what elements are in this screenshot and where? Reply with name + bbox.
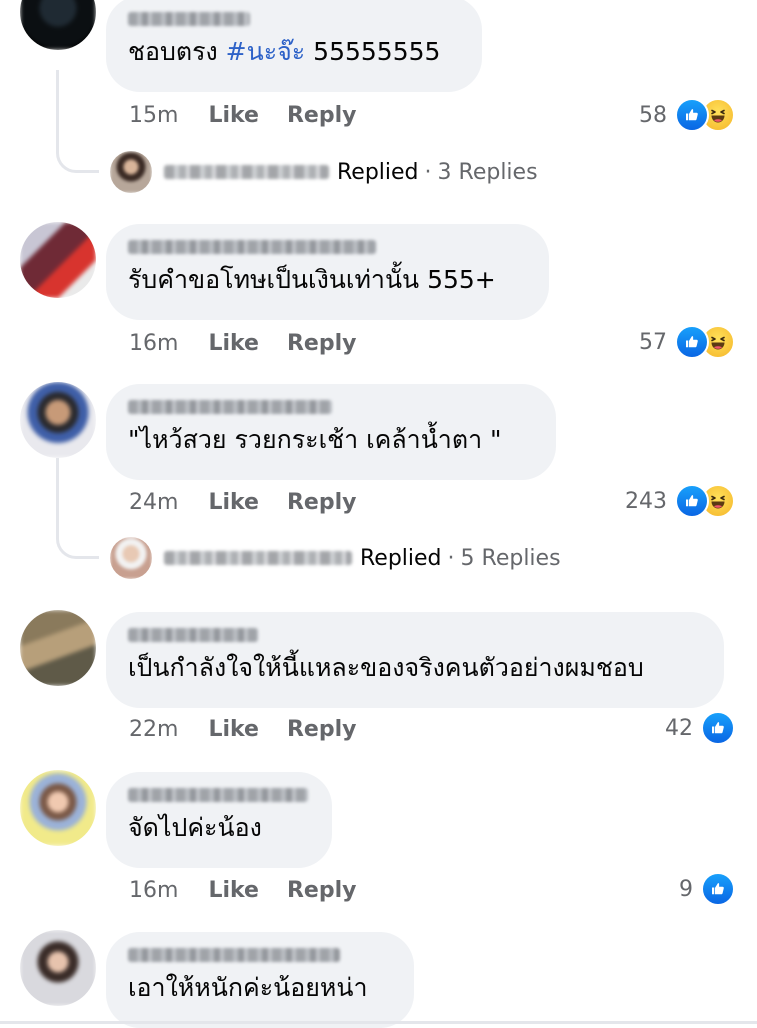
comment-bubble: รับคำขอโทษเป็นเงินเท่านั้น 555+ [106,224,549,320]
reaction-summary[interactable]: 42 [665,711,735,745]
timestamp[interactable]: 22m [129,717,178,742]
avatar[interactable] [20,382,96,458]
author-name[interactable] [128,400,332,414]
reaction-count: 9 [679,876,693,902]
comment-actions: 16m Like Reply [129,875,356,905]
comment-bubble: จัดไปค่ะน้อง [106,772,332,868]
view-replies[interactable]: Replied · 5 Replies [110,536,561,580]
avatar[interactable] [20,930,96,1006]
like-icon [701,711,735,745]
reply-avatar [110,537,152,579]
like-icon [675,98,709,132]
reaction-summary[interactable]: 243 [625,484,735,518]
author-name[interactable] [128,12,250,26]
reply-avatar [110,151,152,193]
reaction-count: 58 [639,102,667,128]
replied-label: Replied [360,545,442,571]
comment-text: "ไหว้สวย รวยกระเช้า เคล้าน้ำตา " [128,425,502,454]
reaction-count: 42 [665,715,693,741]
comment-bubble: ชอบตรง #นะจ๊ะ 55555555 [106,0,482,92]
reply-button[interactable]: Reply [287,490,357,515]
replies-count[interactable]: 5 Replies [461,546,561,571]
comment-text: เป็นกำลังใจให้นี้แหละของจริงคนตัวอย่างผม… [128,653,644,682]
comment-text: จัดไปค่ะน้อง [128,813,262,842]
reply-button[interactable]: Reply [287,103,357,128]
author-name[interactable] [128,240,376,254]
comment-text: รับคำขอโทษเป็นเงินเท่านั้น 555+ [128,265,496,294]
like-button[interactable]: Like [208,490,259,515]
like-icon [701,872,735,906]
reply-author [164,551,352,565]
comment-actions: 16m Like Reply [129,328,356,358]
replied-label: Replied [337,159,419,185]
timestamp[interactable]: 16m [129,331,178,356]
reply-author [164,165,329,179]
comment-bubble: "ไหว้สวย รวยกระเช้า เคล้าน้ำตา " [106,384,556,480]
timestamp[interactable]: 24m [129,490,178,515]
timestamp[interactable]: 15m [129,103,178,128]
reaction-count: 243 [625,488,667,514]
like-icon [675,325,709,359]
view-replies[interactable]: Replied · 3 Replies [110,150,538,194]
timestamp[interactable]: 16m [129,878,178,903]
author-name[interactable] [128,788,308,802]
comment-text: เอาให้หนักค่ะน้อยหน่า [128,973,368,1002]
comment-actions: 24m Like Reply [129,487,356,517]
like-button[interactable]: Like [208,878,259,903]
like-button[interactable]: Like [208,331,259,356]
reply-button[interactable]: Reply [287,878,357,903]
comment-actions: 22m Like Reply [129,714,356,744]
reaction-summary[interactable]: 57 [639,325,735,359]
reply-button[interactable]: Reply [287,331,357,356]
reaction-summary[interactable]: 58 [639,98,735,132]
like-button[interactable]: Like [208,717,259,742]
reply-button[interactable]: Reply [287,717,357,742]
avatar[interactable] [20,610,96,686]
avatar[interactable] [20,222,96,298]
comment-bubble: เอาให้หนักค่ะน้อยหน่า [106,932,414,1028]
author-name[interactable] [128,628,258,642]
author-name[interactable] [128,948,340,962]
comment-actions: 15m Like Reply [129,100,356,130]
separator-dot: · [447,545,455,571]
replies-count[interactable]: 3 Replies [438,160,538,185]
avatar[interactable] [20,0,96,50]
reaction-summary[interactable]: 9 [679,872,735,906]
hashtag-link[interactable]: #นะจ๊ะ [226,37,306,66]
reaction-count: 57 [639,329,667,355]
comment-bubble: เป็นกำลังใจให้นี้แหละของจริงคนตัวอย่างผม… [106,612,724,708]
reply-thread-line [56,458,99,559]
separator-dot: · [424,159,432,185]
reply-thread-line [56,70,99,173]
like-button[interactable]: Like [208,103,259,128]
comment-text: ชอบตรง #นะจ๊ะ 55555555 [128,37,441,66]
avatar[interactable] [20,770,96,846]
like-icon [675,484,709,518]
